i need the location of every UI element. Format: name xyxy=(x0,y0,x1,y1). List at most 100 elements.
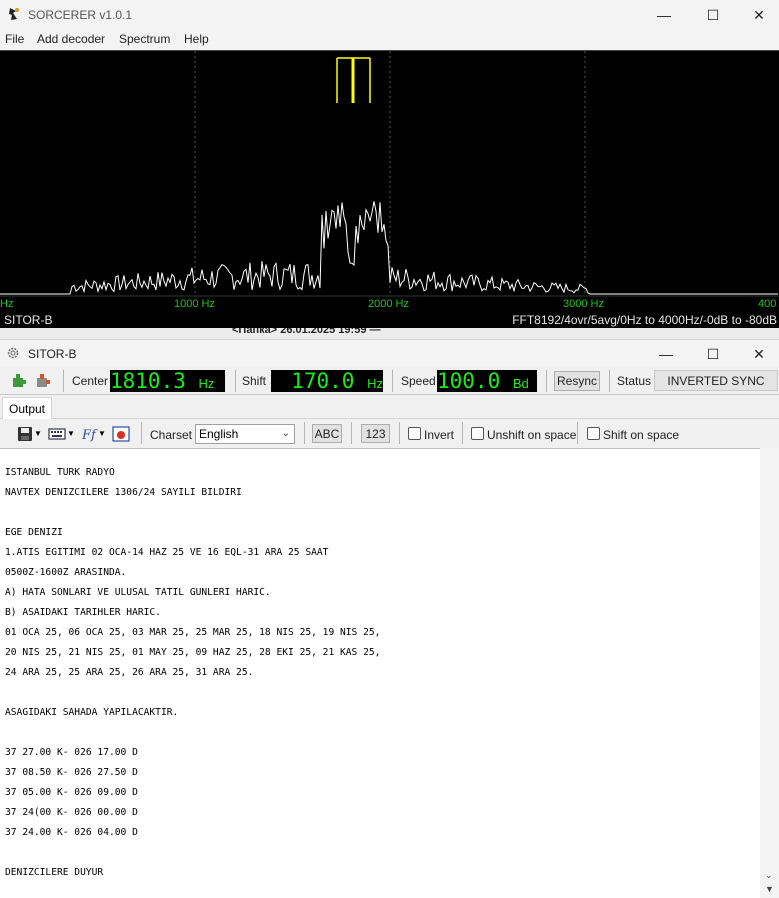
freq-label-2000: 2000 Hz xyxy=(368,298,409,310)
charset-label: Charset xyxy=(150,428,193,442)
main-title-bar: SORCERER v1.0.1 — ☐ ✕ xyxy=(0,0,779,30)
output-line: 37 27.00 K- 026 17.00 D xyxy=(5,747,138,758)
output-line: 37 08.50 K- 026 27.50 D xyxy=(5,767,138,778)
separator xyxy=(546,370,547,392)
output-line: B) ASAIDAKI TARIHLER HARIC. xyxy=(5,607,161,618)
output-line: NAVTEX DENIZCILERE 1306/24 SAYILI BILDIR… xyxy=(5,487,242,498)
center-label: Center xyxy=(72,374,109,388)
output-line: 0500Z-1600Z ARASINDA. xyxy=(5,567,127,578)
resync-button[interactable]: Resync xyxy=(554,371,600,391)
shift-unit: Hz xyxy=(367,376,383,391)
separator xyxy=(63,370,64,392)
decoder-title-bar: SITOR-B — ☐ ✕ xyxy=(0,339,779,367)
menu-help[interactable]: Help xyxy=(184,32,209,46)
spectrum-display[interactable]: Hz 1000 Hz 2000 Hz 3000 Hz 400 SITOR-B F… xyxy=(0,50,779,328)
output-line: ASAGIDAKI SAHADA YAPILACAKTIR. xyxy=(5,707,179,718)
output-line: 1.ATIS EGITIMI 02 OCA-14 HAZ 25 VE 16 EQ… xyxy=(5,547,329,558)
chevron-down-icon: ⌄ xyxy=(281,428,290,439)
shift-display[interactable]: 170.0 Hz xyxy=(271,370,383,392)
menu-add-decoder[interactable]: Add decoder xyxy=(37,32,105,46)
charset-value: English xyxy=(199,427,239,441)
tuning-marker[interactable] xyxy=(336,57,371,103)
freq-label-0: Hz xyxy=(0,298,14,310)
output-line: 24 ARA 25, 25 ARA 25, 26 ARA 25, 31 ARA … xyxy=(5,667,254,678)
sorcerer-app-icon xyxy=(9,8,19,20)
output-line: 37 24(00 K- 026 00.00 D xyxy=(5,807,138,818)
gear-icon xyxy=(7,347,19,359)
output-line: 37 24.00 K- 026 04.00 D xyxy=(5,827,138,838)
spectrum-plot xyxy=(0,51,779,297)
svg-text:Ff: Ff xyxy=(81,428,98,443)
center-unit: Hz xyxy=(198,376,215,391)
waterfall-text: <Папка> 26.01.2025 19:59 — xyxy=(232,328,381,336)
spectrum-trace xyxy=(0,201,778,295)
unshift-on-space-checkbox[interactable] xyxy=(471,427,484,440)
unshift-on-space-label: Unshift on space xyxy=(487,428,577,442)
decoder-minimize-icon[interactable]: — xyxy=(643,340,689,368)
invert-label: Invert xyxy=(424,428,455,442)
output-scrollbar[interactable]: ⌄ ▼ xyxy=(760,448,779,898)
shift-label: Shift xyxy=(242,374,267,388)
numbers-button[interactable]: 123 xyxy=(361,424,390,443)
font-dropdown-icon[interactable]: ▼ xyxy=(98,429,106,438)
shift-on-space-label: Shift on space xyxy=(603,428,680,442)
minimize-icon[interactable]: — xyxy=(641,0,687,30)
center-frequency-display[interactable]: 1810.3 Hz xyxy=(110,370,225,392)
save-dropdown-icon[interactable]: ▼ xyxy=(34,429,42,438)
scroll-chevron-icon[interactable]: ⌄ xyxy=(765,870,773,881)
speed-display[interactable]: 100.0 Bd xyxy=(437,370,537,392)
keyboard-dropdown-icon[interactable]: ▼ xyxy=(67,429,75,438)
status-value: INVERTED SYNC xyxy=(654,370,778,391)
plugin-green-icon[interactable] xyxy=(10,372,28,390)
output-line: ISTANBUL TURK RADYO xyxy=(5,467,115,478)
decoder-close-icon[interactable]: ✕ xyxy=(736,340,779,368)
close-icon[interactable]: ✕ xyxy=(736,0,779,30)
status-label: Status xyxy=(617,374,652,388)
shift-on-space-checkbox[interactable] xyxy=(587,427,600,440)
decoder-title: SITOR-B xyxy=(28,347,77,361)
freq-label-3000: 3000 Hz xyxy=(563,298,604,310)
scroll-down-icon[interactable]: ▼ xyxy=(765,884,774,894)
clear-icon[interactable] xyxy=(112,425,130,443)
tab-output[interactable]: Output xyxy=(2,397,52,419)
freq-label-1000: 1000 Hz xyxy=(174,298,215,310)
save-icon[interactable] xyxy=(16,425,34,443)
spectrum-decoder-label: SITOR-B xyxy=(4,313,53,327)
decoder-toolbar: Center 1810.3 Hz Shift 170.0 Hz Speed 10… xyxy=(0,367,779,395)
separator xyxy=(304,422,305,444)
maximize-icon[interactable]: ☐ xyxy=(690,0,736,30)
separator xyxy=(462,422,463,444)
output-line: EGE DENIZI xyxy=(5,527,63,538)
background-waterfall-strip: <Папка> 26.01.2025 19:59 — xyxy=(0,328,779,339)
output-line: 20 NIS 25, 21 NIS 25, 01 MAY 25, 09 HAZ … xyxy=(5,647,381,658)
freq-label-4000: 400 xyxy=(758,298,777,310)
center-value: 1810.3 xyxy=(110,370,186,392)
menu-spectrum[interactable]: Spectrum xyxy=(119,32,170,46)
plugin-red-icon[interactable] xyxy=(34,372,52,390)
font-icon[interactable]: Ff xyxy=(80,425,98,443)
decoded-text-output[interactable]: ISTANBUL TURK RADYO NAVTEX DENIZCILERE 13… xyxy=(0,448,760,898)
charset-select[interactable]: English ⌄ xyxy=(195,424,295,444)
separator xyxy=(609,370,610,392)
app-title: SORCERER v1.0.1 xyxy=(28,8,133,22)
keyboard-icon[interactable] xyxy=(48,425,66,443)
separator xyxy=(577,422,578,444)
separator xyxy=(141,422,142,444)
decoder-maximize-icon[interactable]: ☐ xyxy=(690,340,736,368)
separator xyxy=(399,422,400,444)
abc-button[interactable]: ABC xyxy=(312,424,342,443)
output-line: DENIZCILERE DUYUR xyxy=(5,867,104,878)
fft-info: FFT8192/4ovr/5avg/0Hz to 4000Hz/-0dB to … xyxy=(512,313,777,327)
separator xyxy=(392,370,393,392)
output-line: 01 OCA 25, 06 OCA 25, 03 MAR 25, 25 MAR … xyxy=(5,627,381,638)
menu-bar: File Add decoder Spectrum Help xyxy=(0,30,779,50)
output-toolbar: ▼ ▼ Ff ▼ Charset English ⌄ ABC 123 Invert… xyxy=(0,419,779,448)
invert-checkbox[interactable] xyxy=(408,427,421,440)
menu-file[interactable]: File xyxy=(5,32,24,46)
output-line: 37 05.00 K- 026 09.00 D xyxy=(5,787,138,798)
output-line: A) HATA SONLARI VE ULUSAL TATIL GUNLERI … xyxy=(5,587,271,598)
tab-bar: Output xyxy=(0,395,779,419)
speed-unit: Bd xyxy=(512,376,529,391)
speed-label: Speed xyxy=(401,374,436,388)
shift-value: 170.0 xyxy=(291,370,355,392)
